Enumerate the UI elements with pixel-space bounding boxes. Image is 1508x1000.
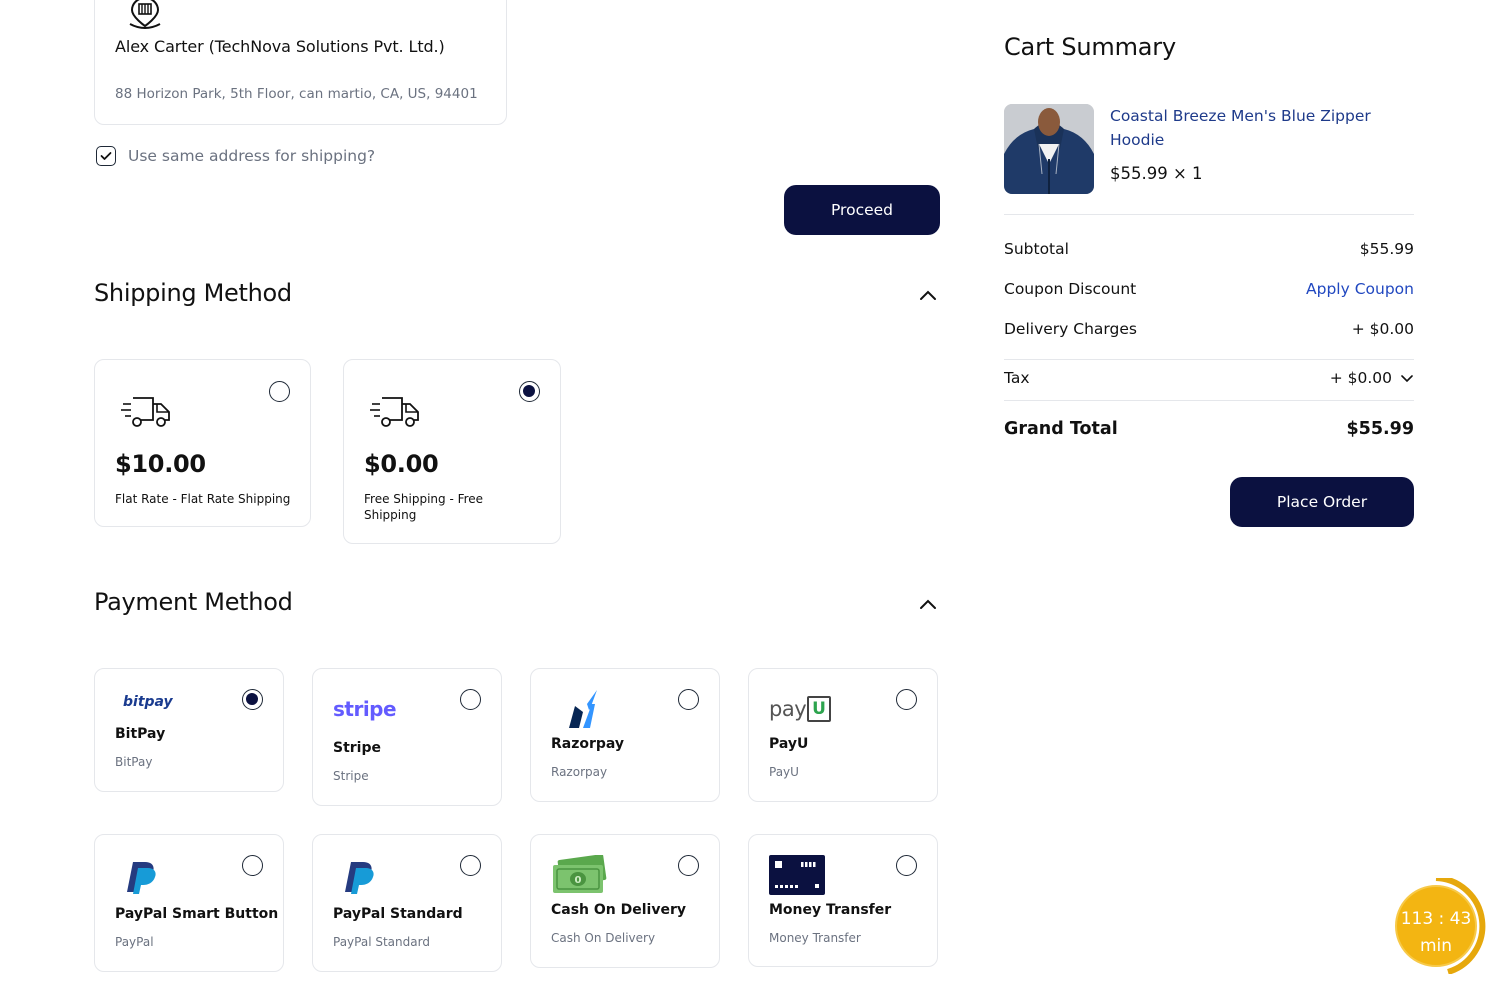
truck-icon <box>121 397 170 427</box>
tax-label: Tax <box>1004 369 1030 387</box>
paypal-logo <box>345 862 374 894</box>
delivery-label: Delivery Charges <box>1004 320 1137 338</box>
payment-option-payu[interactable]: pay U PayU PayU <box>748 668 938 802</box>
shipping-price: $0.00 <box>364 450 439 478</box>
payment-radio-money-transfer[interactable] <box>896 855 917 876</box>
product-price-qty: $55.99 × 1 <box>1110 164 1203 183</box>
same-address-checkbox[interactable] <box>96 146 116 166</box>
payment-name: Cash On Delivery <box>551 902 687 918</box>
product-image[interactable] <box>1004 104 1094 194</box>
payment-option-razorpay[interactable]: Razorpay Razorpay <box>530 668 720 802</box>
shipping-description: Free Shipping - Free Shipping <box>364 492 484 522</box>
payment-option-cod[interactable]: 0 Cash On Delivery Cash On Delivery <box>530 834 720 968</box>
subtotal-label: Subtotal <box>1004 240 1069 258</box>
payment-option-bitpay[interactable]: bitpay BitPay BitPay <box>94 668 284 792</box>
svg-text:0: 0 <box>575 875 582 886</box>
payment-radio-cod[interactable] <box>678 855 699 876</box>
payment-sub: PayU <box>769 765 799 779</box>
billing-name: Alex Carter (TechNova Solutions Pvt. Ltd… <box>115 37 445 56</box>
payment-radio-bitpay[interactable] <box>242 689 263 710</box>
bitpay-logo: bitpay <box>123 694 173 710</box>
tax-toggle[interactable]: + $0.00 <box>1330 369 1414 387</box>
hoodie-photo <box>1004 104 1094 194</box>
proceed-button[interactable]: Proceed <box>784 185 940 235</box>
divider <box>1004 359 1414 360</box>
payment-option-paypal-standard[interactable]: PayPal Standard PayPal Standard <box>312 834 502 972</box>
bank-card-icon <box>769 855 825 895</box>
payment-radio-payu[interactable] <box>896 689 917 710</box>
shipping-method-title: Shipping Method <box>94 279 292 307</box>
cart-summary-title: Cart Summary <box>1004 33 1176 61</box>
payment-option-stripe[interactable]: stripe Stripe Stripe <box>312 668 502 806</box>
session-timer-text: 113 : 43 min <box>1398 906 1474 960</box>
payment-sub: Cash On Delivery <box>551 931 656 945</box>
payment-radio-paypal-standard[interactable] <box>460 855 481 876</box>
chevron-down-icon <box>1401 375 1413 383</box>
payment-sub: Stripe <box>333 769 369 783</box>
payment-sub: PayPal <box>115 935 154 949</box>
paypal-logo <box>127 862 156 894</box>
payment-radio-razorpay[interactable] <box>678 689 699 710</box>
payment-name: Razorpay <box>551 736 625 752</box>
payment-name: Stripe <box>333 740 381 756</box>
payment-sub: PayPal Standard <box>333 935 430 949</box>
shipping-option-free[interactable]: $0.00 Free Shipping - Free Shipping <box>343 359 561 544</box>
product-name[interactable]: Coastal Breeze Men's Blue Zipper Hoodie <box>1110 104 1410 152</box>
same-address-toggle[interactable]: Use same address for shipping? <box>96 146 375 166</box>
shipping-price: $10.00 <box>115 450 206 478</box>
same-address-label: Use same address for shipping? <box>128 147 376 165</box>
shipping-radio-free[interactable] <box>519 381 540 402</box>
shipping-option-flat-rate[interactable]: $10.00 Flat Rate - Flat Rate Shipping <box>94 359 311 527</box>
apply-coupon-link[interactable]: Apply Coupon <box>1306 280 1414 298</box>
payu-logo: pay U <box>769 696 831 722</box>
payment-radio-stripe[interactable] <box>460 689 481 710</box>
payment-option-paypal-smart[interactable]: PayPal Smart Button PayPal <box>94 834 284 972</box>
place-order-button[interactable]: Place Order <box>1230 477 1414 527</box>
grand-total-value: $55.99 <box>1346 419 1414 439</box>
timer-time: 113 : 43 <box>1400 909 1472 929</box>
payment-name: Money Transfer <box>769 902 892 918</box>
stripe-logo: stripe <box>333 697 397 721</box>
grand-total-label: Grand Total <box>1004 419 1118 439</box>
map-pin-icon <box>129 0 161 29</box>
truck-icon <box>370 397 419 427</box>
chevron-up-icon[interactable] <box>918 597 938 611</box>
payment-method-title: Payment Method <box>94 588 293 616</box>
shipping-radio-flat-rate[interactable] <box>269 381 290 402</box>
payment-sub: Money Transfer <box>769 931 861 945</box>
payment-radio-paypal-smart[interactable] <box>242 855 263 876</box>
coupon-label: Coupon Discount <box>1004 280 1137 298</box>
chevron-up-icon[interactable] <box>918 288 938 302</box>
divider <box>1004 400 1414 401</box>
timer-unit: min <box>1419 936 1453 956</box>
cash-icon: 0 <box>553 855 607 893</box>
payment-name: PayU <box>769 736 809 752</box>
subtotal-value: $55.99 <box>1359 240 1414 258</box>
shipping-description: Flat Rate - Flat Rate Shipping <box>115 492 291 506</box>
razorpay-logo <box>569 690 597 728</box>
payment-sub: Razorpay <box>551 765 608 779</box>
payment-name: PayPal Standard <box>333 906 463 922</box>
divider <box>1004 214 1414 215</box>
payment-name: PayPal Smart Button <box>115 906 279 922</box>
billing-address-line: 88 Horizon Park, 5th Floor, can martio, … <box>115 86 478 102</box>
tax-value: + $0.00 <box>1329 369 1392 387</box>
payment-name: BitPay <box>115 726 166 742</box>
delivery-value: + $0.00 <box>1351 320 1414 338</box>
payment-option-money-transfer[interactable]: Money Transfer Money Transfer <box>748 834 938 967</box>
checkbox-check-icon <box>100 152 112 160</box>
payment-sub: BitPay <box>115 755 153 769</box>
